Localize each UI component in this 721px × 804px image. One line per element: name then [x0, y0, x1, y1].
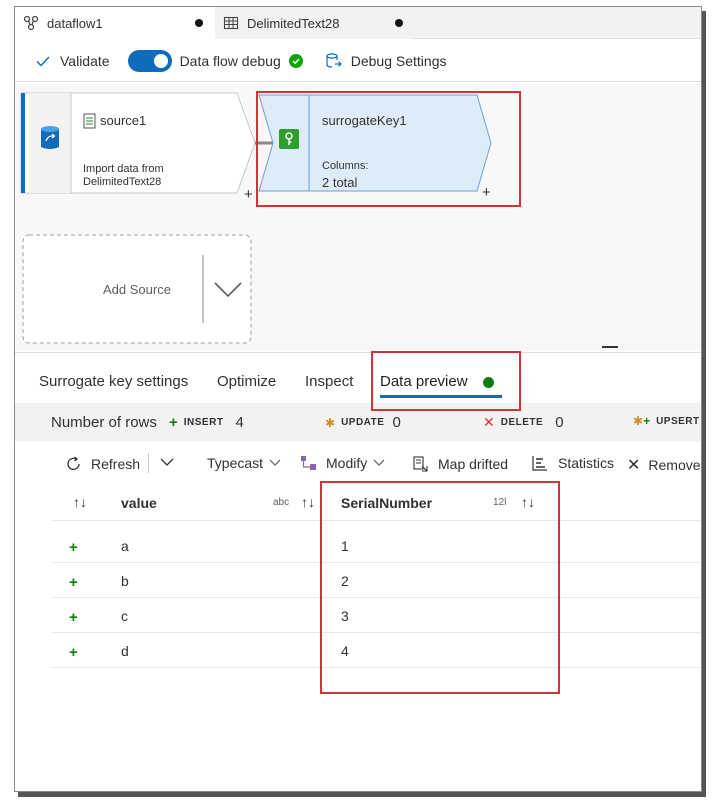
unsaved-dot-icon	[395, 19, 403, 27]
chevron-down-icon	[373, 459, 385, 466]
column-header-value[interactable]: value	[121, 495, 157, 511]
refresh-button[interactable]: Refresh	[65, 455, 140, 473]
statistics-label: Statistics	[558, 455, 615, 471]
debug-settings-icon	[326, 52, 342, 68]
number-of-rows-label: Number of rows	[51, 414, 157, 431]
file-icon	[83, 113, 96, 129]
chevron-down-icon	[269, 459, 281, 466]
modify-button[interactable]: Modify	[300, 455, 385, 471]
refresh-dropdown-chevron-icon[interactable]	[160, 457, 174, 467]
debug-label: Data flow debug	[179, 52, 281, 69]
highlight-surrogate-node	[256, 91, 521, 207]
tab-label: dataflow1	[47, 15, 103, 31]
statistics-icon	[532, 456, 547, 471]
sort-icon[interactable]: ↑↓	[301, 494, 315, 510]
refresh-label: Refresh	[91, 456, 141, 472]
dataflow-icon	[23, 15, 39, 31]
checkmark-icon	[36, 56, 50, 67]
highlight-serialnumber-column	[320, 481, 560, 694]
type-string-icon: abc	[273, 497, 290, 508]
tab-inspect[interactable]: Inspect	[305, 373, 353, 390]
insert-row-icon: +	[69, 644, 78, 661]
debug-toggle[interactable]	[127, 49, 172, 72]
tab-dataflow1[interactable]: dataflow1	[15, 7, 215, 39]
insert-row-icon: +	[69, 539, 78, 556]
refresh-icon	[67, 456, 80, 470]
update-icon: ✱	[325, 415, 336, 430]
insert-icon: +	[169, 414, 178, 431]
validate-button[interactable]: Validate	[35, 53, 110, 69]
modify-icon	[301, 456, 316, 470]
insert-row-icon: +	[69, 574, 78, 591]
close-icon: ✕	[627, 457, 641, 474]
add-source-label[interactable]: Add Source	[103, 282, 171, 297]
update-label: UPDATE	[341, 417, 385, 428]
remove-button[interactable]: ✕ Remove	[627, 455, 701, 475]
delete-label: DELETE	[500, 417, 544, 428]
debug-settings-label: Debug Settings	[350, 52, 447, 69]
cell-value: c	[121, 608, 128, 624]
debug-settings-button[interactable]: Debug Settings	[325, 52, 447, 70]
table-icon	[223, 16, 239, 30]
cell-value: d	[121, 643, 129, 659]
source-database-icon	[41, 126, 59, 149]
remove-label: Remove	[648, 457, 701, 473]
add-transform-plus[interactable]: +	[244, 186, 253, 203]
insert-row-icon: +	[69, 609, 78, 626]
toolbar: Validate Data flow debug Debug Settings	[15, 40, 701, 82]
tab-bar: dataflow1 DelimitedText28	[15, 7, 701, 39]
cell-value: b	[121, 573, 129, 589]
insert-label: INSERT	[183, 417, 224, 428]
validate-label: Validate	[60, 52, 110, 69]
map-drifted-button[interactable]: Map drifted	[412, 455, 508, 473]
tab-surrogate-key-settings[interactable]: Surrogate key settings	[39, 373, 188, 390]
delete-icon: ✕	[483, 414, 495, 430]
cell-value: a	[121, 538, 129, 554]
tab-optimize[interactable]: Optimize	[217, 373, 276, 390]
tab-delimitedtext28[interactable]: DelimitedText28	[215, 7, 413, 39]
source1-title: source1	[100, 113, 147, 128]
modify-label: Modify	[326, 455, 368, 471]
typecast-button[interactable]: Typecast	[207, 455, 281, 471]
upsert-label: UPSERT	[656, 415, 700, 427]
source1-desc-line2: DelimitedText28	[83, 176, 162, 188]
divider	[148, 453, 149, 473]
tab-label: DelimitedText28	[247, 15, 340, 31]
source1-desc-line1: Import data from	[83, 163, 164, 175]
debug-status-icon	[288, 53, 303, 68]
map-drifted-label: Map drifted	[438, 456, 509, 472]
statistics-button[interactable]: Statistics	[531, 455, 614, 471]
typecast-label: Typecast	[207, 455, 264, 471]
row-count-bar: Number of rows + INSERT 4 ✱ UPDATE 0 ✕ D…	[15, 403, 701, 441]
map-drifted-icon	[413, 456, 428, 472]
unsaved-dot-icon	[195, 19, 203, 27]
highlight-data-preview-tab	[371, 351, 521, 411]
preview-action-bar: Refresh Typecast Modify Map drifted Stat…	[15, 443, 701, 483]
delete-count: 0	[555, 414, 564, 431]
panel-tab-bar: Surrogate key settings Optimize Inspect …	[15, 352, 701, 402]
sort-icon[interactable]: ↑↓	[73, 494, 87, 510]
upsert-icon: ✱+	[633, 414, 651, 428]
update-count: 0	[392, 414, 401, 431]
insert-count: 4	[235, 414, 244, 431]
